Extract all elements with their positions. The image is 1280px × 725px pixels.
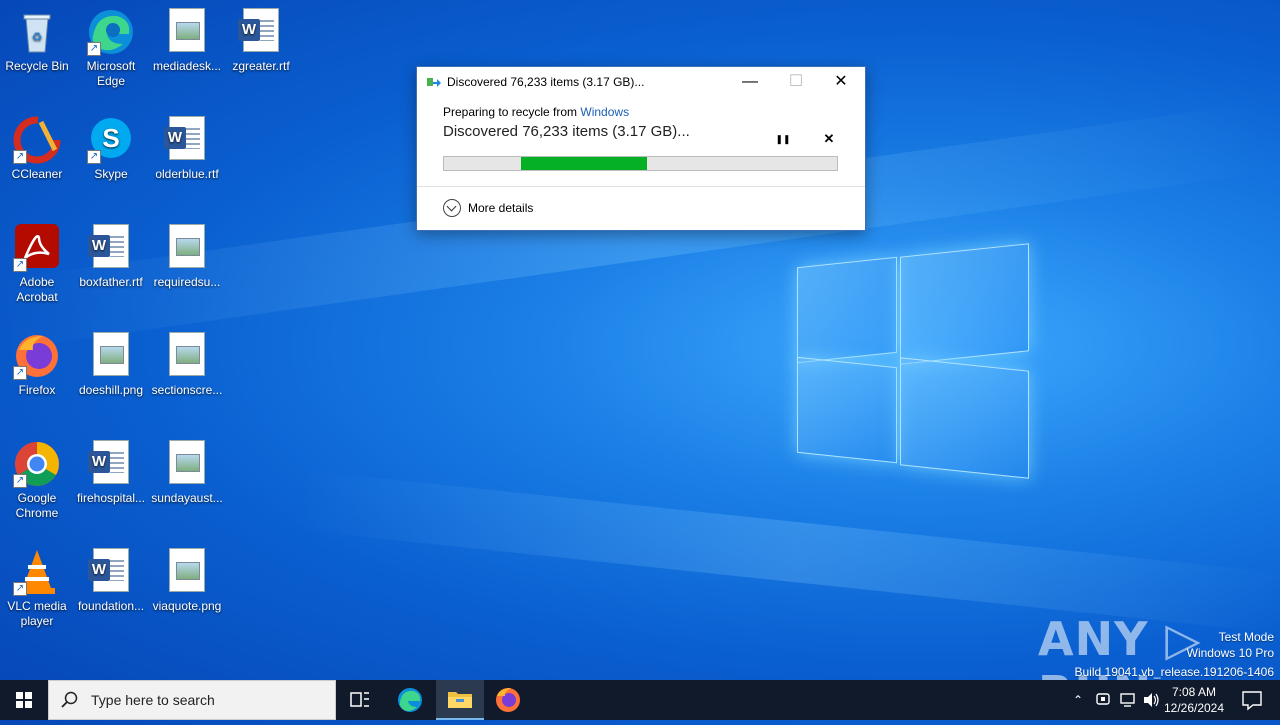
pause-button[interactable]: ❚❚ (774, 130, 792, 148)
image-file-icon (163, 8, 211, 56)
desktop-icon-microsoft-edge[interactable]: ↗ Microsoft Edge (74, 8, 148, 89)
windows-logo-pane-tr (900, 243, 1029, 365)
ccleaner-icon: ↗ (13, 116, 61, 164)
edge-icon: ↗ (87, 8, 135, 56)
maximize-button: ☐ (788, 73, 804, 90)
clock-time: 7:08 AM (1171, 685, 1217, 699)
word-doc-icon: W (163, 116, 211, 164)
tray-action-icon[interactable] (1092, 680, 1114, 720)
desktop-icon-firefox[interactable]: ↗ Firefox (0, 332, 74, 398)
windows-logo-pane-bl (797, 356, 897, 464)
network-button[interactable] (1116, 680, 1138, 720)
close-button[interactable]: ✕ (818, 67, 864, 97)
desktop-icon-recycle-bin[interactable]: ♻ Recycle Bin (0, 8, 74, 74)
search-placeholder: Type here to search (91, 692, 215, 708)
image-file-icon (163, 332, 211, 380)
desktop-icon-zgreater[interactable]: W zgreater.rtf (224, 8, 298, 74)
minimize-button[interactable]: — (727, 67, 773, 97)
more-details-toggle[interactable]: More details (443, 199, 533, 217)
desktop-icon-requiredsu[interactable]: requiredsu... (150, 224, 224, 290)
edge-icon (398, 688, 422, 712)
test-mode-label: Test Mode (1218, 630, 1274, 644)
chrome-icon: ↗ (13, 440, 61, 488)
svg-text:S: S (102, 123, 119, 153)
image-file-icon (163, 440, 211, 488)
device-icon (1096, 693, 1110, 705)
windows-logo-pane-br (900, 357, 1029, 479)
taskbar-clock[interactable]: 7:08 AM 12/26/2024 (1158, 684, 1230, 716)
windows-start-icon (16, 692, 32, 708)
dialog-titlebar[interactable]: Discovered 76,233 items (3.17 GB)... — ☐… (417, 67, 865, 97)
desktop-icon-foundation[interactable]: W foundation... (74, 548, 148, 614)
desktop-icon-firehospital[interactable]: W firehospital... (74, 440, 148, 506)
desktop-icon-mediadesk[interactable]: mediadesk... (150, 8, 224, 74)
windows-logo-pane-tl (797, 256, 897, 364)
chevron-up-icon: ⌃ (1072, 693, 1084, 707)
word-doc-icon: W (87, 440, 135, 488)
image-file-icon (163, 224, 211, 272)
desktop-icon-doeshill[interactable]: doeshill.png (74, 332, 148, 398)
search-icon (61, 691, 78, 708)
firefox-icon (496, 688, 520, 712)
operation-description: Preparing to recycle from Windows (443, 105, 630, 119)
desktop-icon-ccleaner[interactable]: ↗ CCleaner (0, 116, 74, 182)
image-file-icon (163, 548, 211, 596)
word-doc-icon: W (87, 224, 135, 272)
windows-edition-label: Windows 10 Pro (1186, 646, 1274, 660)
taskbar-file-explorer[interactable] (436, 680, 484, 720)
image-file-icon (87, 332, 135, 380)
task-view-icon (350, 692, 369, 707)
desktop-icon-adobe-acrobat[interactable]: ↗ Adobe Acrobat (0, 224, 74, 305)
svg-text:♻: ♻ (32, 30, 43, 44)
skype-icon: S ↗ (87, 116, 135, 164)
taskbar: Type here to search ⌃ 7:08 AM 12/26/2024 (0, 680, 1280, 720)
progress-bar (443, 156, 838, 171)
recycle-progress-dialog: Discovered 76,233 items (3.17 GB)... — ☐… (416, 66, 866, 231)
taskbar-search-box[interactable]: Type here to search (48, 680, 336, 720)
action-center-button[interactable] (1232, 680, 1272, 720)
file-explorer-icon (448, 692, 472, 708)
dialog-title: Discovered 76,233 items (3.17 GB)... (447, 75, 645, 89)
desktop-icon-viaquote[interactable]: viaquote.png (150, 548, 224, 614)
desktop-icon-skype[interactable]: S ↗ Skype (74, 116, 148, 182)
source-location-link[interactable]: Windows (580, 105, 629, 119)
taskbar-firefox[interactable] (484, 680, 532, 720)
network-icon (1120, 693, 1135, 707)
desktop-icon-google-chrome[interactable]: ↗ Google Chrome (0, 440, 74, 521)
divider (417, 186, 865, 187)
build-label: Build 19041.vb_release.191206-1406 (1074, 665, 1275, 679)
word-doc-icon: W (237, 8, 285, 56)
clock-date: 12/26/2024 (1163, 701, 1225, 715)
desktop-icon-vlc[interactable]: ↗ VLC media player (0, 548, 74, 629)
firefox-icon: ↗ (13, 332, 61, 380)
chevron-down-icon (443, 199, 461, 217)
recycle-bin-icon: ♻ (13, 8, 61, 56)
start-button[interactable] (0, 680, 48, 720)
show-hidden-icons-button[interactable]: ⌃ (1068, 680, 1088, 720)
desktop-icon-boxfather[interactable]: W boxfather.rtf (74, 224, 148, 290)
word-doc-icon: W (87, 548, 135, 596)
cancel-operation-button[interactable]: ✕ (820, 130, 838, 148)
desktop-icon-olderblue[interactable]: W olderblue.rtf (150, 116, 224, 182)
task-view-button[interactable] (336, 680, 384, 720)
acrobat-icon: ↗ (13, 224, 61, 272)
desktop-icon-sectionscre[interactable]: sectionscre... (150, 332, 224, 398)
desktop-icon-sundayaust[interactable]: sundayaust... (150, 440, 224, 506)
vlc-icon: ↗ (13, 548, 61, 596)
notification-icon (1242, 691, 1262, 711)
taskbar-edge[interactable] (386, 680, 434, 720)
file-operation-icon (427, 78, 441, 87)
progress-bar-fill (520, 157, 648, 170)
